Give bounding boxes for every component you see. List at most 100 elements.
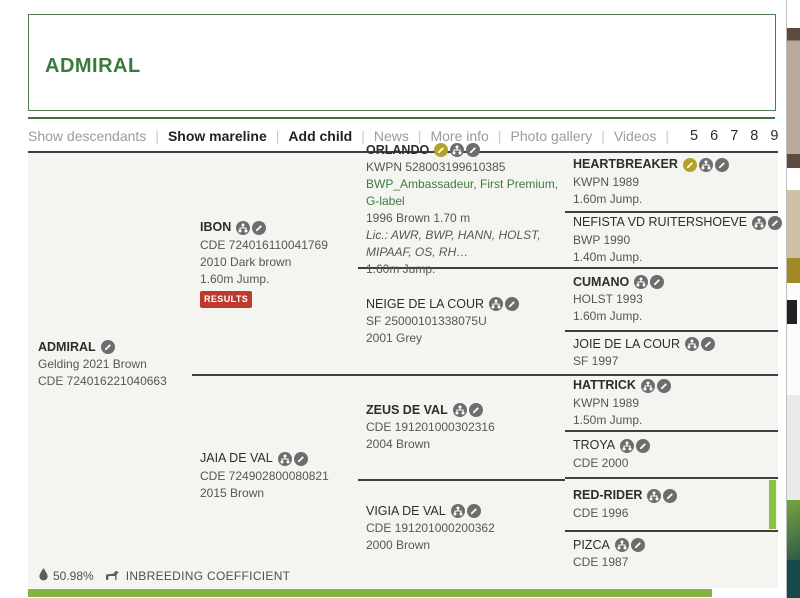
photo-thumbnail-fragment[interactable] bbox=[787, 560, 800, 598]
horse-detail: CDE 1987 bbox=[573, 554, 778, 571]
bottom-accent-bar bbox=[28, 589, 712, 597]
toolbar-item-show-descendants[interactable]: Show descendants bbox=[28, 128, 146, 144]
edit-icon[interactable] bbox=[467, 504, 481, 518]
horse-detail: SF 25000101338075U bbox=[366, 313, 565, 330]
pedigree-cell-sire: IBON CDE 724016110041769 2010 Dark brown… bbox=[192, 153, 358, 374]
horse-name: VIGIA DE VAL bbox=[366, 503, 446, 521]
pedigree-cell-gen4-3: CUMANO HOLST 1993 1.60m Jump. bbox=[565, 269, 778, 332]
pedigree-icon[interactable] bbox=[236, 221, 250, 235]
horse-name: ZEUS DE VAL bbox=[366, 402, 448, 420]
pedigree-cell-gen4-5: HATTRICK KWPN 1989 1.50m Jump. bbox=[565, 376, 778, 432]
horse-name: ADMIRAL bbox=[38, 339, 96, 357]
results-badge[interactable]: RESULTS bbox=[200, 291, 252, 308]
edit-icon[interactable] bbox=[715, 158, 729, 172]
horse-detail: 2001 Grey bbox=[366, 330, 565, 347]
pedigree-icon[interactable] bbox=[699, 158, 713, 172]
generation-6-link[interactable]: 6 bbox=[710, 128, 718, 144]
pedigree-icon[interactable] bbox=[450, 143, 464, 157]
generation-5-link[interactable]: 5 bbox=[690, 128, 698, 144]
photo-thumbnail-fragment[interactable] bbox=[787, 28, 800, 168]
page-title: ADMIRAL bbox=[45, 55, 141, 78]
pedigree-cell-gen4-6: TROYA CDE 2000 bbox=[565, 432, 778, 479]
pedigree-cell-gen4-2: NEFISTA VD RUITERSHOEVE BWP 1990 1.40m J… bbox=[565, 213, 778, 269]
edit-icon[interactable] bbox=[294, 452, 308, 466]
photo-thumbnail-fragment[interactable] bbox=[787, 258, 800, 283]
pedigree-table: ADMIRAL Gelding 2021 Brown CDE 724016221… bbox=[28, 151, 778, 588]
horse-labels: BWP_Ambassadeur, First Premium, G-label bbox=[366, 176, 565, 210]
edit-icon[interactable] bbox=[657, 379, 671, 393]
pedigree-icon[interactable] bbox=[647, 489, 661, 503]
horse-detail: CDE 2000 bbox=[573, 455, 778, 472]
edit-icon[interactable] bbox=[466, 143, 480, 157]
toolbar-item-videos[interactable]: Videos bbox=[614, 128, 657, 144]
toolbar-separator: | bbox=[601, 128, 605, 144]
generation-7-link[interactable]: 7 bbox=[730, 128, 738, 144]
horse-detail: 1.40m Jump. bbox=[573, 249, 778, 266]
horse-detail: 2010 Dark brown bbox=[200, 254, 358, 271]
pedigree-icon[interactable] bbox=[451, 504, 465, 518]
pedigree-icon[interactable] bbox=[641, 379, 655, 393]
toolbar-separator: | bbox=[361, 128, 365, 144]
horse-detail: 1.60m Jump. bbox=[573, 191, 778, 208]
edit-icon[interactable] bbox=[505, 297, 519, 311]
horse-name: JOIE DE LA COUR bbox=[573, 336, 680, 354]
horse-detail: KWPN 1989 bbox=[573, 395, 778, 412]
horse-detail: BWP 1990 bbox=[573, 232, 778, 249]
pedigree-icon[interactable] bbox=[615, 538, 629, 552]
edit-icon[interactable] bbox=[768, 216, 782, 230]
toolbar-item-show-mareline[interactable]: Show mareline bbox=[168, 128, 267, 144]
photo-thumbnail-fragment bbox=[787, 395, 800, 500]
edit-icon[interactable] bbox=[469, 403, 483, 417]
horse-detail: 2004 Brown bbox=[366, 436, 565, 453]
horse-detail: 2015 Brown bbox=[200, 485, 358, 502]
edit-icon[interactable] bbox=[650, 275, 664, 289]
header-divider bbox=[28, 117, 775, 119]
horse-name: HEARTBREAKER bbox=[573, 156, 678, 174]
toolbar-separator: | bbox=[665, 128, 669, 144]
pedigree-icon[interactable] bbox=[634, 275, 648, 289]
edit-icon[interactable] bbox=[101, 340, 115, 354]
horse-licenses: Lic.: AWR, BWP, HANN, HOLST, MIPAAF, OS,… bbox=[366, 227, 565, 261]
horse-detail: HOLST 1993 bbox=[573, 291, 778, 308]
inbreeding-value: 50.98% bbox=[53, 569, 94, 583]
premium-edit-icon[interactable] bbox=[434, 143, 448, 157]
edit-icon[interactable] bbox=[663, 489, 677, 503]
horse-name: TROYA bbox=[573, 437, 615, 455]
pedigree-icon[interactable] bbox=[620, 439, 634, 453]
pedigree-cell-gen4-7: RED-RIDER CDE 1996 bbox=[565, 479, 778, 532]
generation-selector: 5 6 7 8 9 bbox=[678, 128, 778, 144]
generation-9-link[interactable]: 9 bbox=[770, 128, 778, 144]
toolbar-item-add-child[interactable]: Add child bbox=[288, 128, 352, 144]
pedigree-cell-dams-dam: VIGIA DE VAL CDE 191201000200362 2000 Br… bbox=[358, 481, 565, 576]
pedigree-cell-gen4-8: PIZCA CDE 1987 bbox=[565, 532, 778, 576]
toolbar-separator: | bbox=[155, 128, 159, 144]
horse-detail: KWPN 528003199610385 bbox=[366, 159, 565, 176]
edit-icon[interactable] bbox=[252, 221, 266, 235]
pedigree-icon[interactable] bbox=[752, 216, 766, 230]
horse-detail: 1.60m Jump. bbox=[200, 271, 358, 288]
edit-icon[interactable] bbox=[636, 439, 650, 453]
photo-thumbnail-fragment[interactable] bbox=[787, 190, 800, 258]
pedigree-icon[interactable] bbox=[685, 337, 699, 351]
generation-8-link[interactable]: 8 bbox=[750, 128, 758, 144]
blood-drop-icon bbox=[38, 568, 49, 584]
photo-thumbnail-fragment[interactable] bbox=[787, 500, 800, 560]
premium-edit-icon[interactable] bbox=[683, 158, 697, 172]
horse-name: NEIGE DE LA COUR bbox=[366, 296, 484, 314]
pedigree-cell-gen4-4: JOIE DE LA COUR SF 1997 bbox=[565, 332, 778, 374]
photo-thumbnail-fragment[interactable] bbox=[787, 283, 800, 330]
horse-name: IBON bbox=[200, 219, 231, 237]
pedigree-cell-subject: ADMIRAL Gelding 2021 Brown CDE 724016221… bbox=[28, 153, 192, 576]
edit-icon[interactable] bbox=[701, 337, 715, 351]
pedigree-cell-dam: JAIA DE VAL CDE 724902800080821 2015 Bro… bbox=[192, 376, 358, 576]
horse-name: RED-RIDER bbox=[573, 487, 642, 505]
toolbar-separator: | bbox=[276, 128, 280, 144]
pedigree-icon[interactable] bbox=[278, 452, 292, 466]
pedigree-icon[interactable] bbox=[489, 297, 503, 311]
inbreeding-label: INBREEDING COEFFICIENT bbox=[126, 569, 291, 583]
pedigree-cell-dams-sire: ZEUS DE VAL CDE 191201000302316 2004 Bro… bbox=[358, 376, 565, 481]
pedigree-icon[interactable] bbox=[453, 403, 467, 417]
pedigree-cell-sires-dam: NEIGE DE LA COUR SF 25000101338075U 2001… bbox=[358, 269, 565, 374]
inbreeding-coefficient: 50.98% INBREEDING COEFFICIENT bbox=[38, 568, 290, 584]
edit-icon[interactable] bbox=[631, 538, 645, 552]
